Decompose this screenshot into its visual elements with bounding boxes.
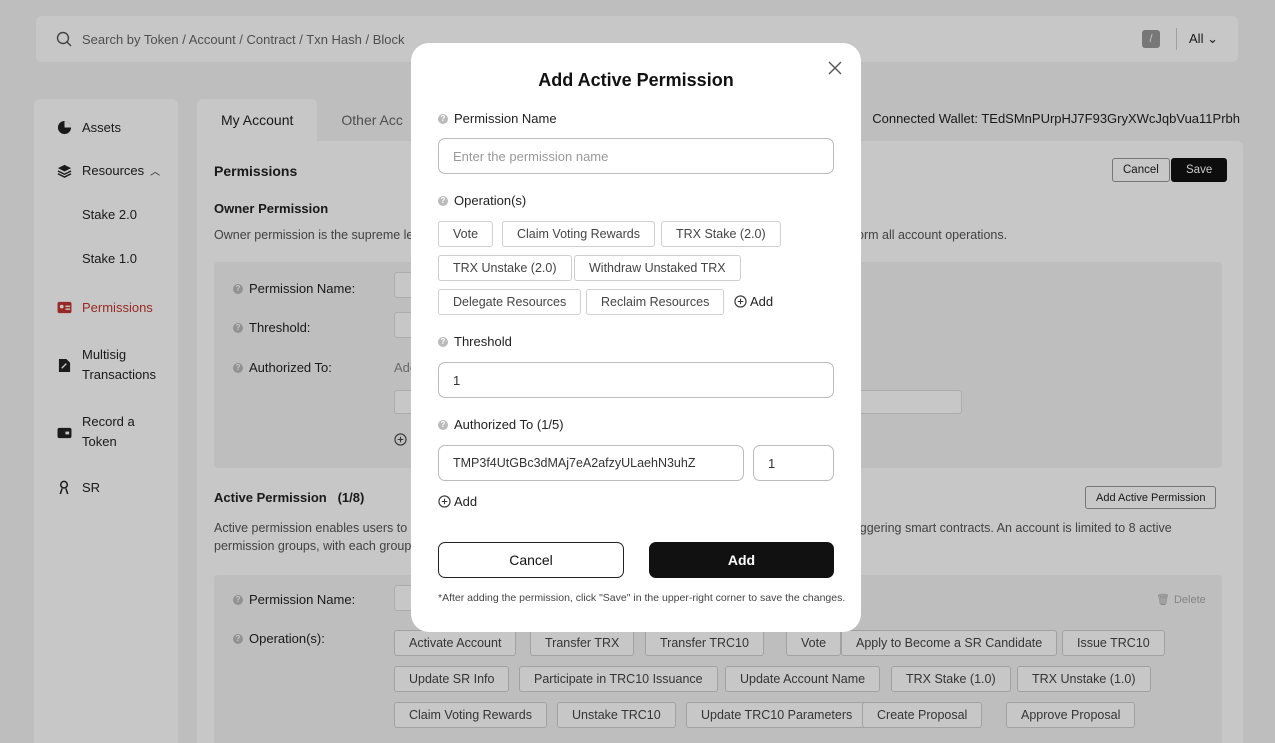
dialog-note: *After adding the permission, click "Sav… — [438, 592, 846, 604]
dialog-add-button[interactable]: Add — [649, 542, 834, 578]
authorized-to-label: ? Authorized To (1/5) — [438, 417, 564, 432]
authorized-weight-input[interactable] — [753, 445, 834, 481]
help-icon: ? — [438, 419, 448, 430]
operation-chip[interactable]: Claim Voting Rewards — [502, 221, 655, 247]
add-authorized-label: Add — [454, 494, 478, 509]
plus-circle-icon — [734, 295, 747, 308]
threshold-label-text: Threshold — [454, 334, 512, 349]
add-operation-label: Add — [750, 294, 774, 309]
dialog-title: Add Active Permission — [538, 70, 734, 90]
add-operation-button[interactable]: Add — [734, 294, 773, 309]
operation-chip[interactable]: Reclaim Resources — [586, 289, 725, 315]
plus-circle-icon — [438, 495, 451, 508]
add-authorized-button[interactable]: Add — [438, 494, 477, 509]
threshold-label: ? Threshold — [438, 334, 512, 349]
add-active-permission-dialog: Add Active Permission ? Permission Name ?… — [411, 43, 861, 632]
permission-name-label: ? Permission Name — [438, 111, 557, 126]
operations-label: ? Operation(s) — [438, 193, 526, 208]
operation-chip[interactable]: TRX Unstake (2.0) — [438, 255, 572, 281]
permission-name-label-text: Permission Name — [454, 111, 557, 126]
operation-chip[interactable]: Vote — [438, 221, 494, 247]
operations-label-text: Operation(s) — [454, 193, 527, 208]
help-icon: ? — [438, 195, 448, 206]
operation-chip[interactable]: Withdraw Unstaked TRX — [574, 255, 741, 281]
help-icon: ? — [438, 113, 448, 124]
close-icon[interactable] — [828, 61, 842, 75]
dialog-cancel-button[interactable]: Cancel — [438, 542, 624, 578]
operation-chip[interactable]: TRX Stake (2.0) — [661, 221, 781, 247]
authorized-to-label-text: Authorized To (1/5) — [454, 417, 564, 432]
help-icon: ? — [438, 336, 448, 347]
permission-name-input[interactable] — [438, 138, 834, 174]
threshold-input[interactable] — [438, 362, 834, 398]
operation-chip[interactable]: Delegate Resources — [438, 289, 582, 315]
authorized-address-input[interactable] — [438, 445, 744, 481]
